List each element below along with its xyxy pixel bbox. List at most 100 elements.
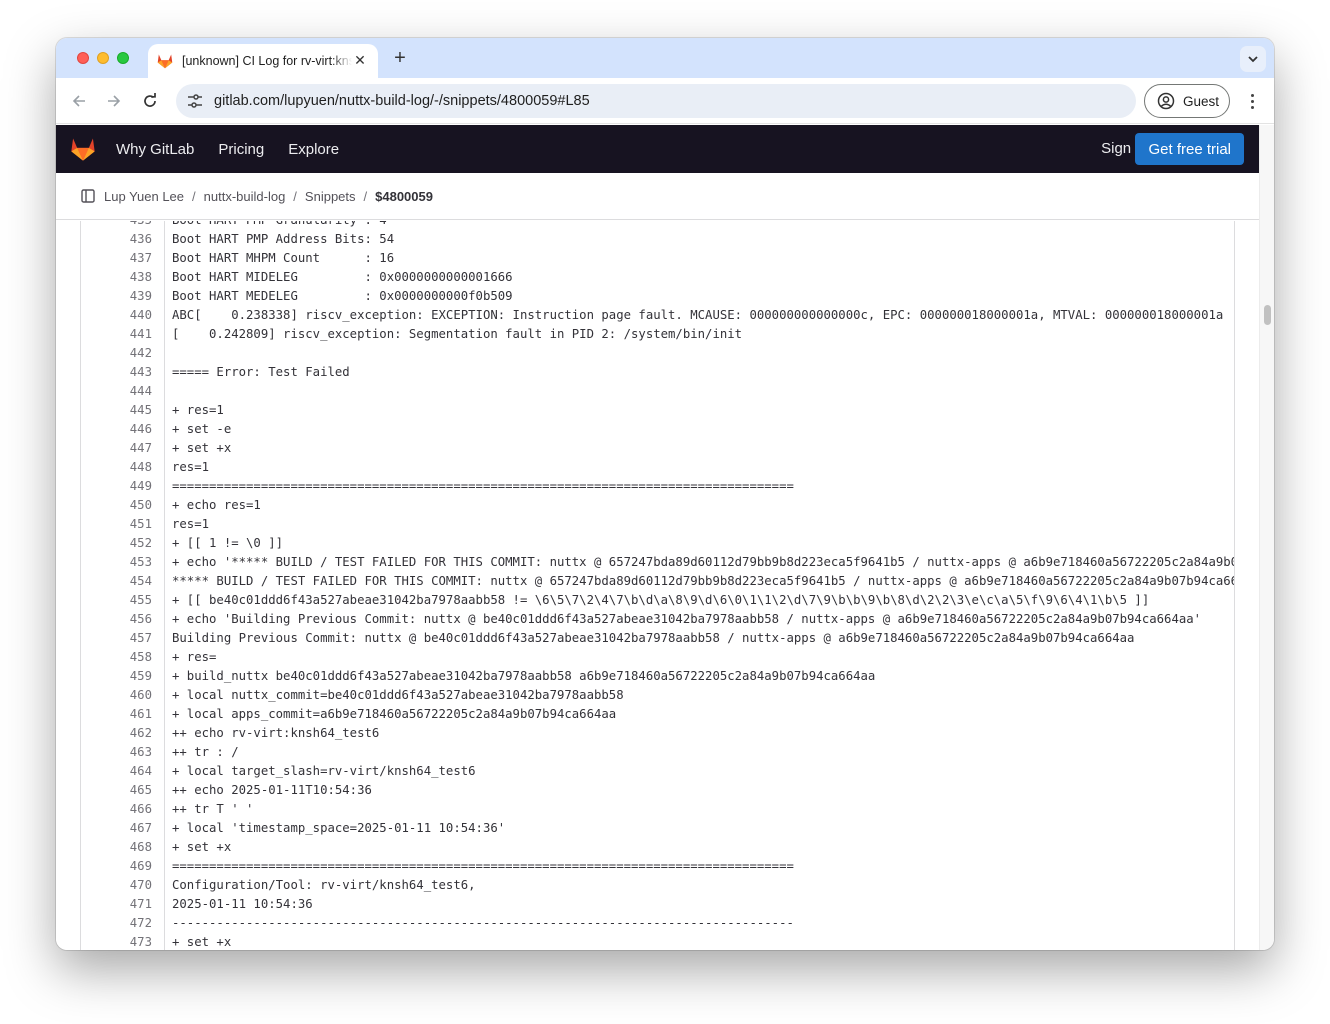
nav-pricing[interactable]: Pricing <box>218 141 264 158</box>
back-button[interactable] <box>68 90 90 112</box>
line-number[interactable]: 441 <box>81 325 165 344</box>
code-line: 470 Configuration/Tool: rv-virt/knsh64_te… <box>81 876 1234 895</box>
line-text: Configuration/Tool: rv-virt/knsh64_test6… <box>172 878 476 892</box>
code-line: 465 ++ echo 2025-01-11T10:54:36 <box>81 781 1234 800</box>
line-number[interactable]: 436 <box>81 230 165 249</box>
line-text: + build_nuttx be40c01ddd6f43a527abeae310… <box>172 669 876 683</box>
line-number[interactable]: 450 <box>81 496 165 515</box>
maximize-window-button[interactable] <box>117 52 129 64</box>
code-line: 457 Building Previous Commit: nuttx @ be4… <box>81 629 1234 648</box>
line-number[interactable]: 447 <box>81 439 165 458</box>
line-number[interactable]: 446 <box>81 420 165 439</box>
tab-search-button[interactable] <box>1240 46 1266 72</box>
code-line: 440 ABC[ 0.238338] riscv_exception: EXCEP… <box>81 306 1234 325</box>
code-line: 451 res=1 <box>81 515 1234 534</box>
new-tab-button[interactable]: + <box>390 47 410 69</box>
line-text: Building Previous Commit: nuttx @ be40c0… <box>172 631 1135 645</box>
line-number[interactable]: 449 <box>81 477 165 496</box>
forward-button[interactable] <box>103 90 125 112</box>
line-number[interactable]: 448 <box>81 458 165 477</box>
arrow-left-icon <box>72 95 85 107</box>
line-text: ++ echo rv-virt:knsh64_test6 <box>172 726 380 740</box>
line-number[interactable]: 455 <box>81 591 165 610</box>
line-number[interactable]: 473 <box>81 933 165 950</box>
line-text: Boot HART MHPM Count : 16 <box>172 251 395 265</box>
line-number[interactable]: 463 <box>81 743 165 762</box>
code-line: 466 ++ tr T ' ' <box>81 800 1234 819</box>
reload-button[interactable] <box>139 90 161 112</box>
minimize-window-button[interactable] <box>97 52 109 64</box>
line-number[interactable]: 471 <box>81 895 165 914</box>
line-number[interactable]: 445 <box>81 401 165 420</box>
breadcrumb-separator: / <box>192 188 196 204</box>
line-text: res=1 <box>172 517 210 531</box>
line-number[interactable]: 461 <box>81 705 165 724</box>
line-number[interactable]: 442 <box>81 344 165 363</box>
line-number[interactable]: 464 <box>81 762 165 781</box>
code-line: 449 =====================================… <box>81 477 1234 496</box>
gitlab-favicon-icon <box>157 54 173 69</box>
line-number[interactable]: 439 <box>81 287 165 306</box>
line-number[interactable]: 460 <box>81 686 165 705</box>
code-line: 456 + echo 'Building Previous Commit: nut… <box>81 610 1234 629</box>
line-text <box>165 382 172 401</box>
code-line: 442 <box>81 344 1234 363</box>
line-number[interactable]: 454 <box>81 572 165 591</box>
line-number[interactable]: 466 <box>81 800 165 819</box>
browser-tab-active[interactable]: [unknown] CI Log for rv-virt:knsh64_test… <box>148 44 378 78</box>
breadcrumb-current[interactable]: $4800059 <box>375 189 433 204</box>
breadcrumb-project[interactable]: nuttx-build-log <box>204 189 286 204</box>
line-number[interactable]: 438 <box>81 268 165 287</box>
page-scrollbar[interactable] <box>1259 125 1274 950</box>
profile-button[interactable]: Guest <box>1144 84 1230 118</box>
line-number[interactable]: 462 <box>81 724 165 743</box>
sidebar-toggle-icon[interactable] <box>81 189 95 203</box>
line-text: + set +x <box>172 840 232 854</box>
site-settings-icon[interactable] <box>186 92 204 110</box>
line-number[interactable]: 451 <box>81 515 165 534</box>
code-line: 447 + set +x <box>81 439 1234 458</box>
line-number[interactable]: 458 <box>81 648 165 667</box>
tab-strip: [unknown] CI Log for rv-virt:knsh64_test… <box>56 38 1274 78</box>
scrollbar-thumb[interactable] <box>1264 305 1271 325</box>
gitlab-top-nav: Why GitLab Pricing Explore Sign in Get f… <box>56 125 1259 173</box>
line-number[interactable]: 469 <box>81 857 165 876</box>
line-number[interactable]: 444 <box>81 382 165 401</box>
line-number[interactable]: 452 <box>81 534 165 553</box>
get-free-trial-button[interactable]: Get free trial <box>1135 133 1244 165</box>
line-text: Boot HART MEDELEG : 0x0000000000f0b509 <box>172 289 513 303</box>
line-text: res=1 <box>172 460 210 474</box>
line-text: + [[ 1 != \0 ]] <box>172 536 284 550</box>
code-line: 463 ++ tr : / <box>81 743 1234 762</box>
code-line: 469 =====================================… <box>81 857 1234 876</box>
line-number[interactable]: 456 <box>81 610 165 629</box>
line-number[interactable]: 453 <box>81 553 165 572</box>
line-number[interactable]: 443 <box>81 363 165 382</box>
close-tab-icon[interactable]: ✕ <box>352 52 368 69</box>
line-number[interactable]: 467 <box>81 819 165 838</box>
breadcrumb-user[interactable]: Lup Yuen Lee <box>104 189 184 204</box>
line-number[interactable]: 472 <box>81 914 165 933</box>
line-number[interactable]: 457 <box>81 629 165 648</box>
address-bar[interactable]: gitlab.com/lupyuen/nuttx-build-log/-/sni… <box>176 84 1136 118</box>
line-number[interactable]: 468 <box>81 838 165 857</box>
line-number[interactable]: 465 <box>81 781 165 800</box>
line-text: ===== Error: Test Failed <box>172 365 350 379</box>
url-text: gitlab.com/lupyuen/nuttx-build-log/-/sni… <box>214 93 590 109</box>
line-number[interactable]: 459 <box>81 667 165 686</box>
breadcrumb-snippets[interactable]: Snippets <box>305 189 356 204</box>
line-number[interactable]: 470 <box>81 876 165 895</box>
profile-label: Guest <box>1183 93 1220 109</box>
browser-menu-button[interactable] <box>1244 90 1260 112</box>
nav-why-gitlab[interactable]: Why GitLab <box>116 141 194 158</box>
gitlab-logo-icon[interactable] <box>69 136 97 162</box>
line-text: Boot HART MIDELEG : 0x0000000000001666 <box>172 270 513 284</box>
code-line: 462 ++ echo rv-virt:knsh64_test6 <box>81 724 1234 743</box>
page-viewport: Why GitLab Pricing Explore Sign in Get f… <box>56 125 1259 950</box>
line-number[interactable]: 440 <box>81 306 165 325</box>
close-window-button[interactable] <box>77 52 89 64</box>
line-number[interactable]: 435 <box>81 221 165 230</box>
nav-explore[interactable]: Explore <box>288 141 339 158</box>
line-number[interactable]: 437 <box>81 249 165 268</box>
line-text: Boot HART PMP Address Bits: 54 <box>172 232 395 246</box>
